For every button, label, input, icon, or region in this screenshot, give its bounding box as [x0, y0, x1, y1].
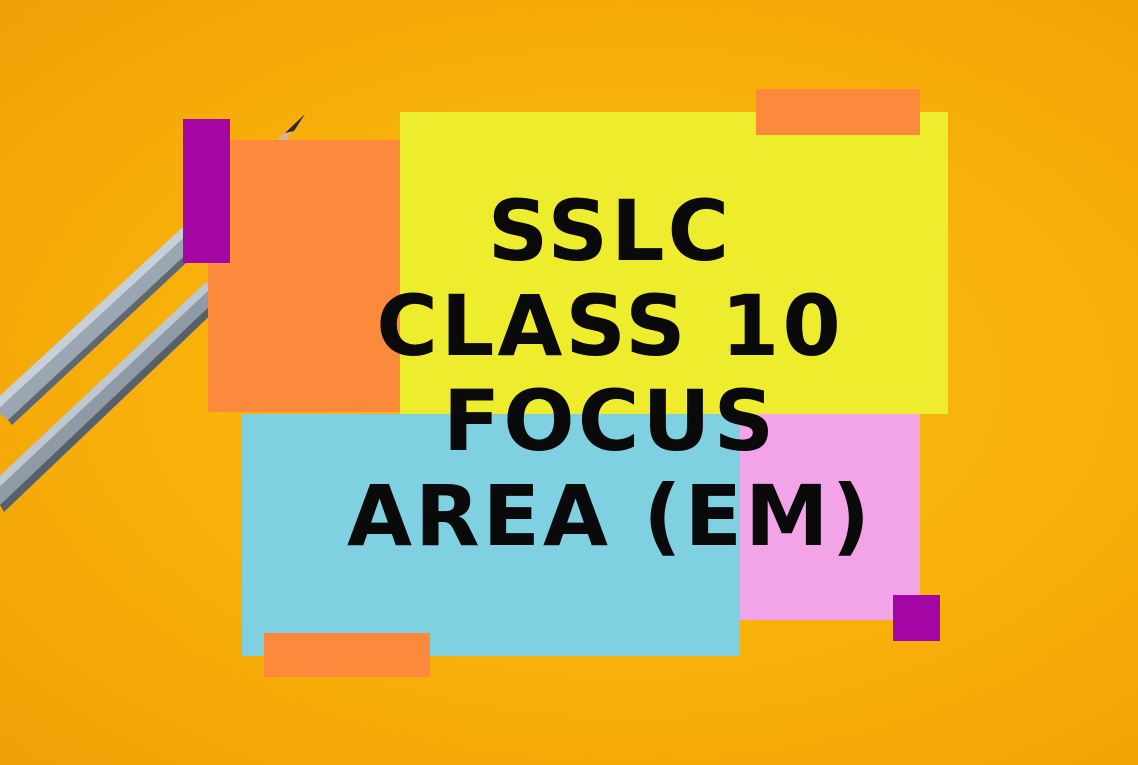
banner-title: SSLC CLASS 10 FOCUS AREA (EM): [300, 184, 920, 564]
sticky-note-purple-square: [893, 595, 940, 641]
sticky-note-orange-small-top: [756, 89, 920, 135]
title-line-4: AREA (EM): [346, 467, 874, 565]
sticky-note-purple-tall: [183, 119, 230, 263]
sticky-note-orange-small-bottom: [264, 633, 430, 677]
banner-image: SSLC CLASS 10 FOCUS AREA (EM): [0, 0, 1138, 765]
title-line-3: FOCUS: [442, 372, 778, 470]
title-line-1: SSLC: [487, 182, 733, 280]
title-line-2: CLASS 10: [376, 277, 844, 375]
